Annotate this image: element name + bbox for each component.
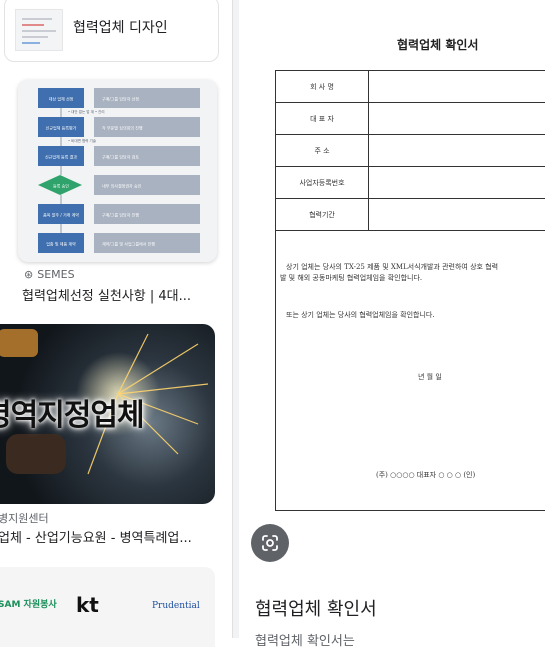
result-thumbnail — [15, 9, 63, 51]
result-title[interactable]: 업체 - 산업기능요원 - 병역특례업... — [0, 527, 192, 546]
flow-step-label: 업종 및 제품 계약 — [46, 241, 76, 247]
selected-result-snippet: 협력업체 확인서는 — [255, 634, 355, 649]
document-body: 상기 업체는 당사의 TX-25 제품 및 XML서식개발과 관련하여 상호 협… — [275, 220, 545, 511]
flow-detail-label: 내부 의사결정권자 승인 — [102, 183, 142, 189]
result-card-design[interactable]: 협력업체 디자인 — [4, 0, 219, 62]
document-preview[interactable]: 협력업체 확인서 회 사 명 대 표 자 주 소 사업자등록번호 협력기간 상기… — [239, 0, 545, 520]
document-paragraph-1: 상기 업체는 당사의 TX-25 제품 및 XML서식개발과 관련하여 상호 협… — [286, 263, 499, 271]
document-date: 년 월 일 — [418, 373, 442, 381]
result-image-logos[interactable]: SAM 자원봉사 kt Prudential — [0, 567, 215, 647]
google-lens-button[interactable] — [251, 524, 289, 562]
flow-note: • 비대면 협력 기술 — [68, 138, 97, 143]
flow-step-label: 신규업체 등록 결과 — [45, 154, 77, 160]
result-source[interactable]: ⊛ SEMES — [24, 268, 75, 281]
flow-note: • 대안 없는 업 계 • 관리 — [68, 109, 105, 114]
result-title: 협력업체 디자인 — [73, 20, 168, 36]
flow-step-label: 대상 업체 선정 — [49, 96, 74, 102]
field-representative: 대 표 자 — [275, 102, 369, 135]
result-title[interactable]: 협력업체선정 실천사항 | 4대... — [22, 285, 191, 304]
flow-step-label: 신규업체 등록평가 — [46, 125, 77, 131]
flow-detail-label: 구매/그룹 담당자 진행 — [102, 212, 139, 218]
result-image-flowchart[interactable]: 대상 업체 선정신규업체 등록평가신규업체 등록 결과등록 승인품목 발주 / … — [18, 80, 217, 262]
logo-kt: kt — [76, 593, 99, 617]
flow-step-label: 품목 발주 / 거래 계약 — [43, 212, 79, 218]
document-title: 협력업체 확인서 — [397, 38, 479, 52]
globe-icon: ⊛ — [24, 268, 34, 281]
flow-detail-label: 계약/그룹 및 사업그룹에서 진행 — [102, 241, 155, 247]
panel-divider[interactable] — [232, 0, 239, 638]
field-address: 주 소 — [275, 134, 369, 167]
flow-detail-label: 각 부문별 심의회의 진행 — [102, 125, 143, 131]
document-paragraph-2: 또는 상기 업체는 당사의 협력업체임을 확인합니다. — [286, 311, 435, 319]
document-field-table: 회 사 명 대 표 자 주 소 사업자등록번호 협력기간 — [275, 70, 545, 231]
field-company-name: 회 사 명 — [275, 70, 369, 103]
logo-prudential: Prudential — [152, 601, 200, 611]
flow-detail-label: 구매/그룹 담당자 선정 — [102, 96, 139, 102]
field-business-number: 사업자등록번호 — [275, 166, 369, 199]
result-image-welding[interactable]: 병역지정업체 — [0, 324, 215, 504]
document-signature: (주) ○○○○ 대표자 ○ ○ ○ (인) — [376, 471, 476, 479]
image-overlay-text: 병역지정업체 — [0, 398, 145, 433]
flowchart-diagram: 대상 업체 선정신규업체 등록평가신규업체 등록 결과등록 승인품목 발주 / … — [38, 88, 200, 253]
flow-step-label: 등록 승인 — [53, 183, 69, 189]
document-paragraph-1b: 발 및 해외 공동마케팅 협력업체임을 확인합니다. — [280, 274, 423, 282]
logo-sam: SAM 자원봉사 — [0, 600, 57, 610]
result-source[interactable]: 병지원센터 — [0, 510, 49, 526]
selected-result-title[interactable]: 협력업체 확인서 — [255, 595, 377, 621]
google-lens-icon — [262, 535, 278, 551]
flow-detail-label: 구매/그룹 담당자 검토 — [102, 154, 139, 160]
